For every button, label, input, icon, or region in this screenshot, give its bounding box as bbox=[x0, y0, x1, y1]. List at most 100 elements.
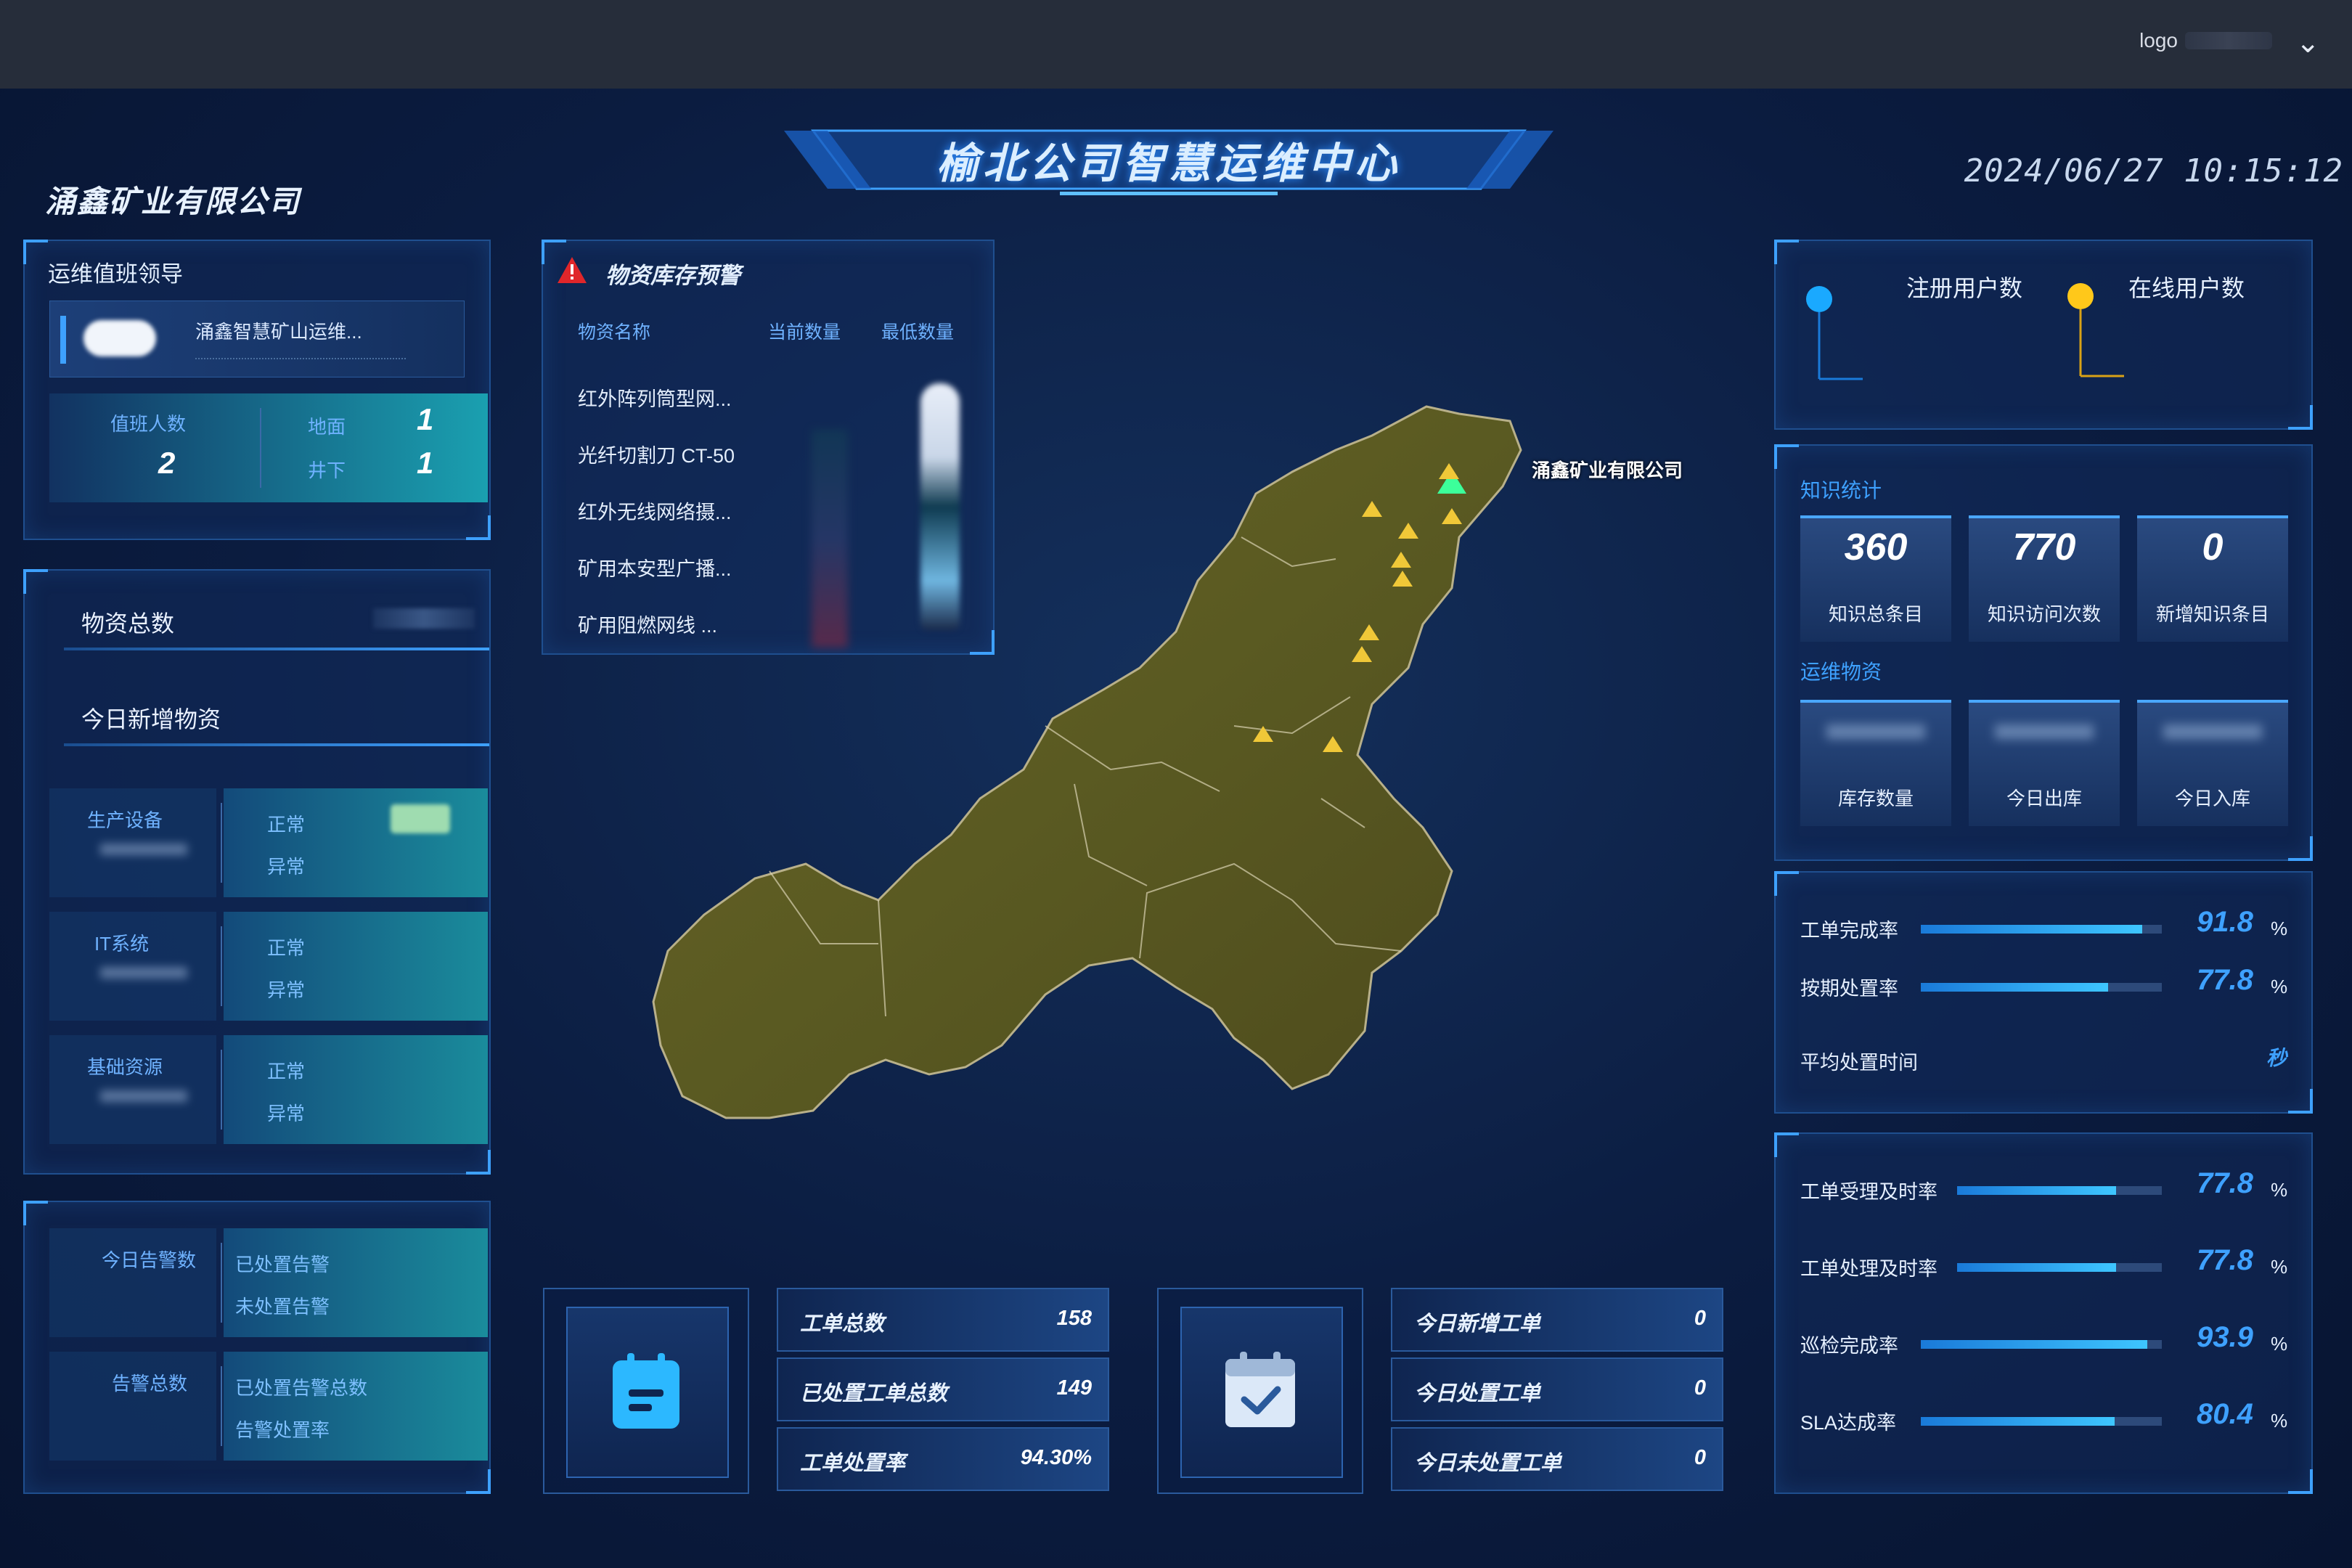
title-banner: 榆北公司智慧运维中心 bbox=[784, 116, 1553, 211]
rate-row: 工单处理及时率 77.8 % bbox=[1776, 1243, 2313, 1286]
ops-material-blurred-value bbox=[1826, 724, 1925, 739]
knowledge-stat[interactable]: 360 知识总条目 bbox=[1800, 515, 1951, 642]
duty-leader-name: 涌鑫智慧矿山运维... bbox=[195, 321, 362, 343]
alarm-status-box bbox=[224, 1228, 488, 1337]
ops-material-label: 库存数量 bbox=[1837, 788, 1914, 809]
rate-row: 工单受理及时率 77.8 % bbox=[1776, 1166, 2313, 1209]
rate-unit: % bbox=[2271, 976, 2288, 997]
rate-unit: % bbox=[2271, 918, 2288, 939]
map-site-label: 涌鑫矿业有限公司 bbox=[1532, 460, 1683, 481]
avatar bbox=[83, 320, 156, 356]
rate-label: 工单处理及时率 bbox=[1800, 1258, 1937, 1280]
workorder-total-icon-box bbox=[543, 1288, 749, 1494]
resource-blurred-value bbox=[100, 1090, 187, 1102]
rate-fill bbox=[1957, 1186, 2117, 1195]
alarm-status-box bbox=[224, 1352, 488, 1461]
duty-leader-sub bbox=[195, 349, 406, 359]
resource-row[interactable]: IT系统 正常 异常 bbox=[49, 912, 488, 1021]
rate-unit: % bbox=[2271, 1256, 2288, 1278]
accent-bar bbox=[60, 316, 66, 364]
page-title: 榆北公司智慧运维中心 bbox=[936, 140, 1401, 187]
workorder-label: 已处置工单总数 bbox=[800, 1382, 948, 1405]
rate-unit: % bbox=[2271, 1179, 2288, 1201]
alarm-category-box bbox=[49, 1228, 216, 1337]
rate-label: 工单完成率 bbox=[1800, 920, 1898, 942]
map[interactable] bbox=[639, 392, 1757, 1132]
resource-abnormal-label: 异常 bbox=[267, 979, 306, 1001]
alarm-row[interactable]: 今日告警数 已处置告警 未处置告警 bbox=[49, 1228, 488, 1337]
knowledge-label: 知识总条目 bbox=[1828, 603, 1923, 625]
ground-label: 地面 bbox=[308, 416, 346, 438]
rate-fill bbox=[1957, 1263, 2117, 1272]
avg-time-value: 秒 bbox=[2266, 1047, 2287, 1069]
resource-abnormal-label: 异常 bbox=[267, 1103, 306, 1124]
clipboard-icon bbox=[613, 1353, 679, 1429]
workorder-value: 94.30% bbox=[1020, 1446, 1092, 1469]
rate-label: 巡检完成率 bbox=[1800, 1335, 1898, 1357]
knowledge-panel: 知识统计 360 知识总条目 770 知识访问次数 0 新增知识条目 运维物资 … bbox=[1774, 444, 2313, 861]
alarm-line2: 告警处置率 bbox=[235, 1419, 330, 1441]
workorder-stat-row[interactable]: 工单处置率 94.30% bbox=[777, 1427, 1109, 1491]
divider bbox=[260, 408, 261, 488]
calendar-check-icon bbox=[1225, 1352, 1295, 1427]
ops-material-stat[interactable]: 今日入库 bbox=[2137, 700, 2288, 826]
knowledge-value: 770 bbox=[2012, 526, 2076, 568]
top-bar: logo ⌄ bbox=[0, 0, 2352, 89]
workorder-value: 149 bbox=[1056, 1376, 1092, 1400]
ops-material-stat[interactable]: 今日出库 bbox=[1969, 700, 2120, 826]
resource-status-box bbox=[224, 912, 488, 1021]
alarm-line2: 未处置告警 bbox=[235, 1296, 330, 1318]
ops-material-stat[interactable]: 库存数量 bbox=[1800, 700, 1951, 826]
workorder-today-row[interactable]: 今日未处置工单 0 bbox=[1391, 1427, 1723, 1491]
resource-normal-label: 正常 bbox=[267, 814, 306, 836]
avg-time-label: 平均处置时间 bbox=[1800, 1052, 1918, 1074]
workorder-value: 158 bbox=[1056, 1307, 1092, 1330]
col-current-header: 当前数量 bbox=[768, 322, 841, 343]
alarm-line1: 已处置告警 bbox=[235, 1254, 330, 1275]
chevron-down-icon[interactable]: ⌄ bbox=[2295, 26, 2320, 60]
rate-track bbox=[1921, 1417, 2162, 1426]
knowledge-title: 知识统计 bbox=[1800, 479, 1882, 502]
material-total-row[interactable]: 物资总数 bbox=[64, 585, 489, 650]
knowledge-stat[interactable]: 0 新增知识条目 bbox=[2137, 515, 2288, 642]
workorder-today-row[interactable]: 今日处置工单 0 bbox=[1391, 1357, 1723, 1421]
material-today-row[interactable]: 今日新增物资 bbox=[64, 681, 489, 746]
company-name: 涌鑫矿业有限公司 bbox=[45, 184, 301, 219]
duty-leader-card[interactable]: 涌鑫智慧矿山运维... bbox=[49, 301, 465, 377]
workorder-stat-row[interactable]: 已处置工单总数 149 bbox=[777, 1357, 1109, 1421]
workorder-today-row[interactable]: 今日新增工单 0 bbox=[1391, 1288, 1723, 1352]
rate-label: 按期处置率 bbox=[1800, 978, 1898, 1000]
completion-rates-panel: 工单完成率 91.8 % 按期处置率 77.8 % 平均处置时间 秒 bbox=[1774, 871, 2313, 1114]
resource-status-box bbox=[224, 1035, 488, 1144]
workorder-label: 今日未处置工单 bbox=[1414, 1452, 1562, 1475]
workorder-label: 工单处置率 bbox=[800, 1452, 906, 1475]
workorder-value: 0 bbox=[1694, 1446, 1706, 1469]
region-outline[interactable] bbox=[652, 405, 1522, 1119]
material-today-label: 今日新增物资 bbox=[81, 706, 221, 732]
resource-normal-label: 正常 bbox=[267, 937, 306, 959]
alarm-line1: 已处置告警总数 bbox=[235, 1377, 368, 1399]
workorder-label: 工单总数 bbox=[800, 1312, 885, 1336]
user-account[interactable] bbox=[2185, 32, 2272, 49]
rate-value: 93.9 bbox=[2197, 1321, 2253, 1353]
resource-row[interactable]: 基础资源 正常 异常 bbox=[49, 1035, 488, 1144]
rate-track bbox=[1921, 925, 2162, 934]
alarm-row[interactable]: 告警总数 已处置告警总数 告警处置率 bbox=[49, 1352, 488, 1461]
rate-label: 工单受理及时率 bbox=[1800, 1181, 1937, 1203]
rate-fill bbox=[1921, 1340, 2147, 1349]
ground-value: 1 bbox=[417, 402, 434, 436]
resource-category-box bbox=[49, 788, 216, 897]
divider bbox=[221, 803, 222, 883]
resource-row[interactable]: 生产设备 正常 异常 bbox=[49, 788, 488, 897]
rate-value: 91.8 bbox=[2197, 906, 2253, 938]
rate-row: 巡检完成率 93.9 % bbox=[1776, 1320, 2313, 1363]
workorder-stat-row[interactable]: 工单总数 158 bbox=[777, 1288, 1109, 1352]
rate-fill bbox=[1921, 983, 2109, 992]
workorder-label: 今日新增工单 bbox=[1414, 1312, 1541, 1336]
rate-row: SLA达成率 80.4 % bbox=[1776, 1397, 2313, 1440]
resource-category-box bbox=[49, 1035, 216, 1144]
knowledge-stat[interactable]: 770 知识访问次数 bbox=[1969, 515, 2120, 642]
rate-label: SLA达成率 bbox=[1800, 1412, 1897, 1434]
workorder-value: 0 bbox=[1694, 1307, 1706, 1330]
material-total-label: 物资总数 bbox=[81, 611, 175, 637]
